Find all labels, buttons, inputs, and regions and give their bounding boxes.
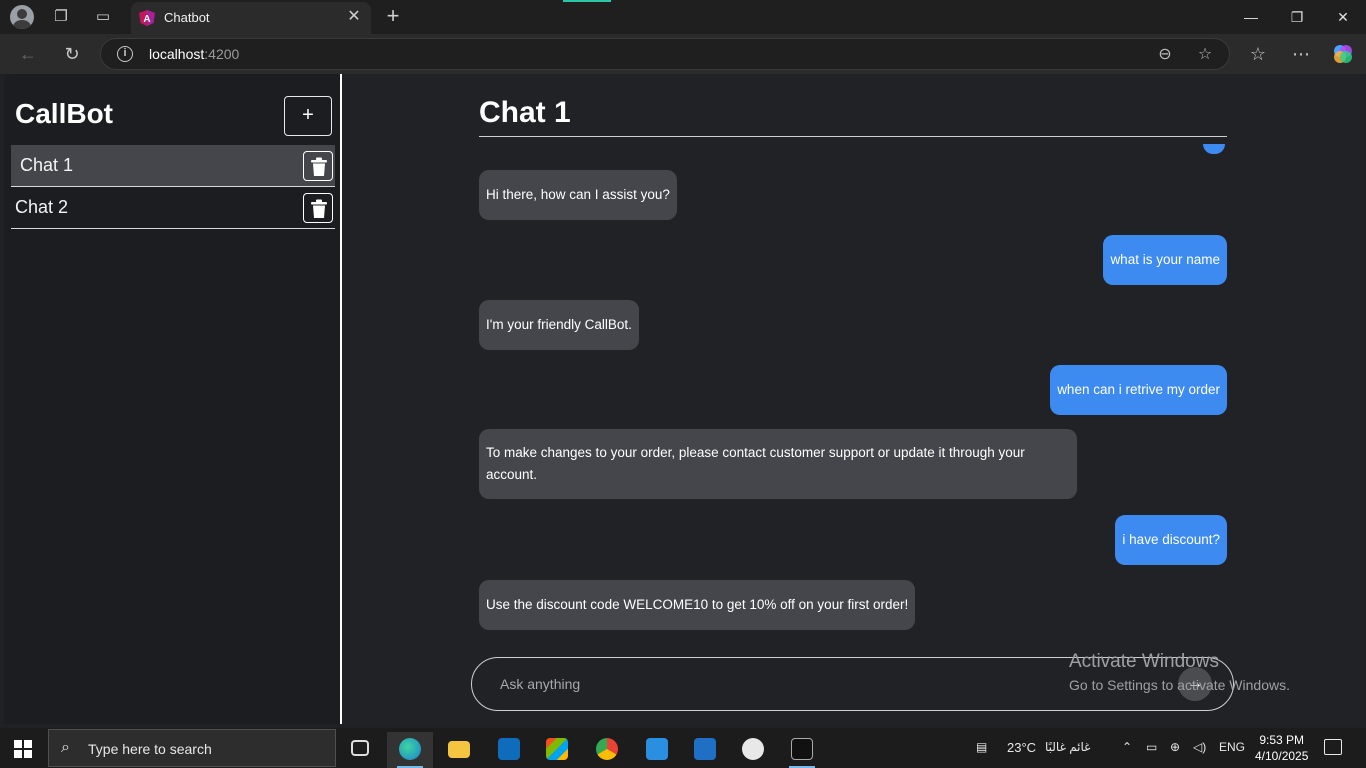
task-view-icon[interactable] bbox=[337, 732, 383, 768]
more-menu-icon[interactable]: ⋯ bbox=[1290, 43, 1312, 65]
weather-description[interactable]: غائم غالبًا bbox=[1045, 740, 1090, 754]
weather-temperature[interactable]: 23°C bbox=[1007, 740, 1036, 755]
bot-message: I'm your friendly CallBot. bbox=[479, 300, 639, 350]
trash-icon bbox=[311, 199, 327, 218]
taskbar-search[interactable]: ⌕ Type here to search bbox=[48, 729, 336, 767]
mongodb-icon[interactable] bbox=[730, 732, 776, 768]
minimize-icon[interactable]: — bbox=[1228, 4, 1274, 30]
chat-list-item[interactable]: Chat 2 bbox=[11, 187, 335, 229]
title-divider bbox=[479, 136, 1227, 137]
accent-indicator bbox=[563, 0, 611, 2]
user-message: when can i retrive my order bbox=[1050, 365, 1227, 415]
back-icon[interactable]: ← bbox=[17, 43, 39, 65]
terminal-icon[interactable] bbox=[779, 732, 825, 768]
profile-avatar-icon[interactable] bbox=[10, 5, 34, 29]
delete-chat-button[interactable] bbox=[303, 193, 333, 223]
show-hidden-icons-icon[interactable]: ⌃ bbox=[1122, 740, 1132, 754]
user-message: what is your name bbox=[1103, 235, 1227, 285]
app-brand: CallBot bbox=[15, 98, 113, 129]
workspaces-icon[interactable]: ❐ bbox=[52, 8, 70, 26]
delete-chat-button[interactable] bbox=[303, 151, 333, 181]
windows-activation-notice: Activate Windows Go to Settings to activ… bbox=[1069, 651, 1290, 693]
outlook-icon[interactable] bbox=[486, 732, 532, 768]
activation-subtitle: Go to Settings to activate Windows. bbox=[1069, 677, 1290, 693]
ms-store-icon[interactable] bbox=[534, 732, 580, 768]
browser-nav-bar: ← ↻ i localhost:4200 ⊖ ☆ ☆ ⋯ bbox=[0, 34, 1366, 74]
battery-icon[interactable]: ▭ bbox=[1146, 740, 1157, 754]
chat-list-item[interactable]: Chat 1 bbox=[11, 145, 335, 187]
user-message: i have discount? bbox=[1115, 515, 1227, 565]
sidebar: CallBot + Chat 1 Chat 2 bbox=[4, 74, 342, 724]
bot-message: Use the discount code WELCOME10 to get 1… bbox=[479, 580, 916, 630]
language-indicator[interactable]: ENG bbox=[1219, 740, 1245, 754]
favorites-icon[interactable]: ☆ bbox=[1247, 43, 1269, 65]
browser-tab-chatbot[interactable]: A Chatbot ✕ bbox=[131, 2, 371, 34]
new-chat-button[interactable]: + bbox=[284, 96, 332, 136]
svg-text:A: A bbox=[143, 14, 150, 25]
copilot-icon[interactable] bbox=[1332, 43, 1354, 65]
activation-title: Activate Windows bbox=[1069, 651, 1219, 672]
chat-title: Chat 1 bbox=[479, 96, 571, 129]
window-close-icon[interactable]: ✕ bbox=[1320, 4, 1366, 30]
url-text: localhost:4200 bbox=[149, 46, 240, 62]
clock-date: 4/10/2025 bbox=[1255, 749, 1309, 763]
windows-taskbar: ⌕ Type here to search ▤ 23°C غائم غالبًا… bbox=[0, 728, 1366, 768]
taskbar-search-placeholder: Type here to search bbox=[88, 741, 212, 757]
tab-close-icon[interactable]: ✕ bbox=[345, 8, 363, 26]
bot-message: To make changes to your order, please co… bbox=[479, 429, 1077, 499]
restore-icon[interactable]: ❐ bbox=[1274, 4, 1320, 30]
angular-favicon-icon: A bbox=[139, 10, 155, 26]
browser-tab-strip: ❐ ▭ A Chatbot ✕ + — ❐ ✕ bbox=[0, 0, 1366, 34]
edge-taskbar-icon[interactable] bbox=[387, 732, 433, 768]
clock-time: 9:53 PM bbox=[1259, 733, 1305, 747]
tab-actions-icon[interactable]: ▭ bbox=[94, 8, 112, 26]
vscode-icon[interactable] bbox=[634, 732, 680, 768]
zoom-icon[interactable]: ⊖ bbox=[1155, 45, 1175, 65]
trash-icon bbox=[311, 157, 327, 176]
search-icon: ⌕ bbox=[61, 739, 70, 756]
new-tab-icon[interactable]: + bbox=[382, 5, 404, 27]
site-info-icon[interactable]: i bbox=[117, 46, 133, 62]
copilot-logo-icon bbox=[1334, 45, 1352, 63]
chat-item-label: Chat 2 bbox=[15, 197, 69, 217]
chrome-icon[interactable] bbox=[584, 732, 630, 768]
chat-item-label: Chat 1 bbox=[20, 155, 74, 175]
vscode-insiders-icon[interactable] bbox=[682, 732, 728, 768]
address-bar[interactable]: i localhost:4200 ⊖ ☆ bbox=[100, 38, 1230, 70]
windows-start-icon[interactable] bbox=[14, 740, 32, 758]
scroll-indicator[interactable] bbox=[1203, 144, 1225, 154]
page-viewport: CallBot + Chat 1 Chat 2 Chat 1 Hi there,… bbox=[4, 74, 1362, 724]
network-icon[interactable]: ⊕ bbox=[1170, 740, 1180, 754]
bot-message: Hi there, how can I assist you? bbox=[479, 170, 677, 220]
refresh-icon[interactable]: ↻ bbox=[61, 43, 83, 65]
chat-panel: Chat 1 Hi there, how can I assist you? w… bbox=[344, 74, 1362, 724]
tab-title: Chatbot bbox=[164, 10, 210, 25]
file-explorer-icon[interactable] bbox=[436, 732, 482, 768]
favorite-star-icon[interactable]: ☆ bbox=[1195, 45, 1215, 65]
notifications-icon[interactable] bbox=[1324, 739, 1342, 755]
message-input[interactable] bbox=[500, 673, 1100, 695]
weather-icon[interactable]: ▤ bbox=[976, 740, 987, 754]
chat-list: Chat 1 Chat 2 bbox=[11, 145, 335, 229]
taskbar-clock[interactable]: 9:53 PM 4/10/2025 bbox=[1255, 732, 1308, 764]
volume-icon[interactable]: ◁) bbox=[1193, 740, 1206, 754]
